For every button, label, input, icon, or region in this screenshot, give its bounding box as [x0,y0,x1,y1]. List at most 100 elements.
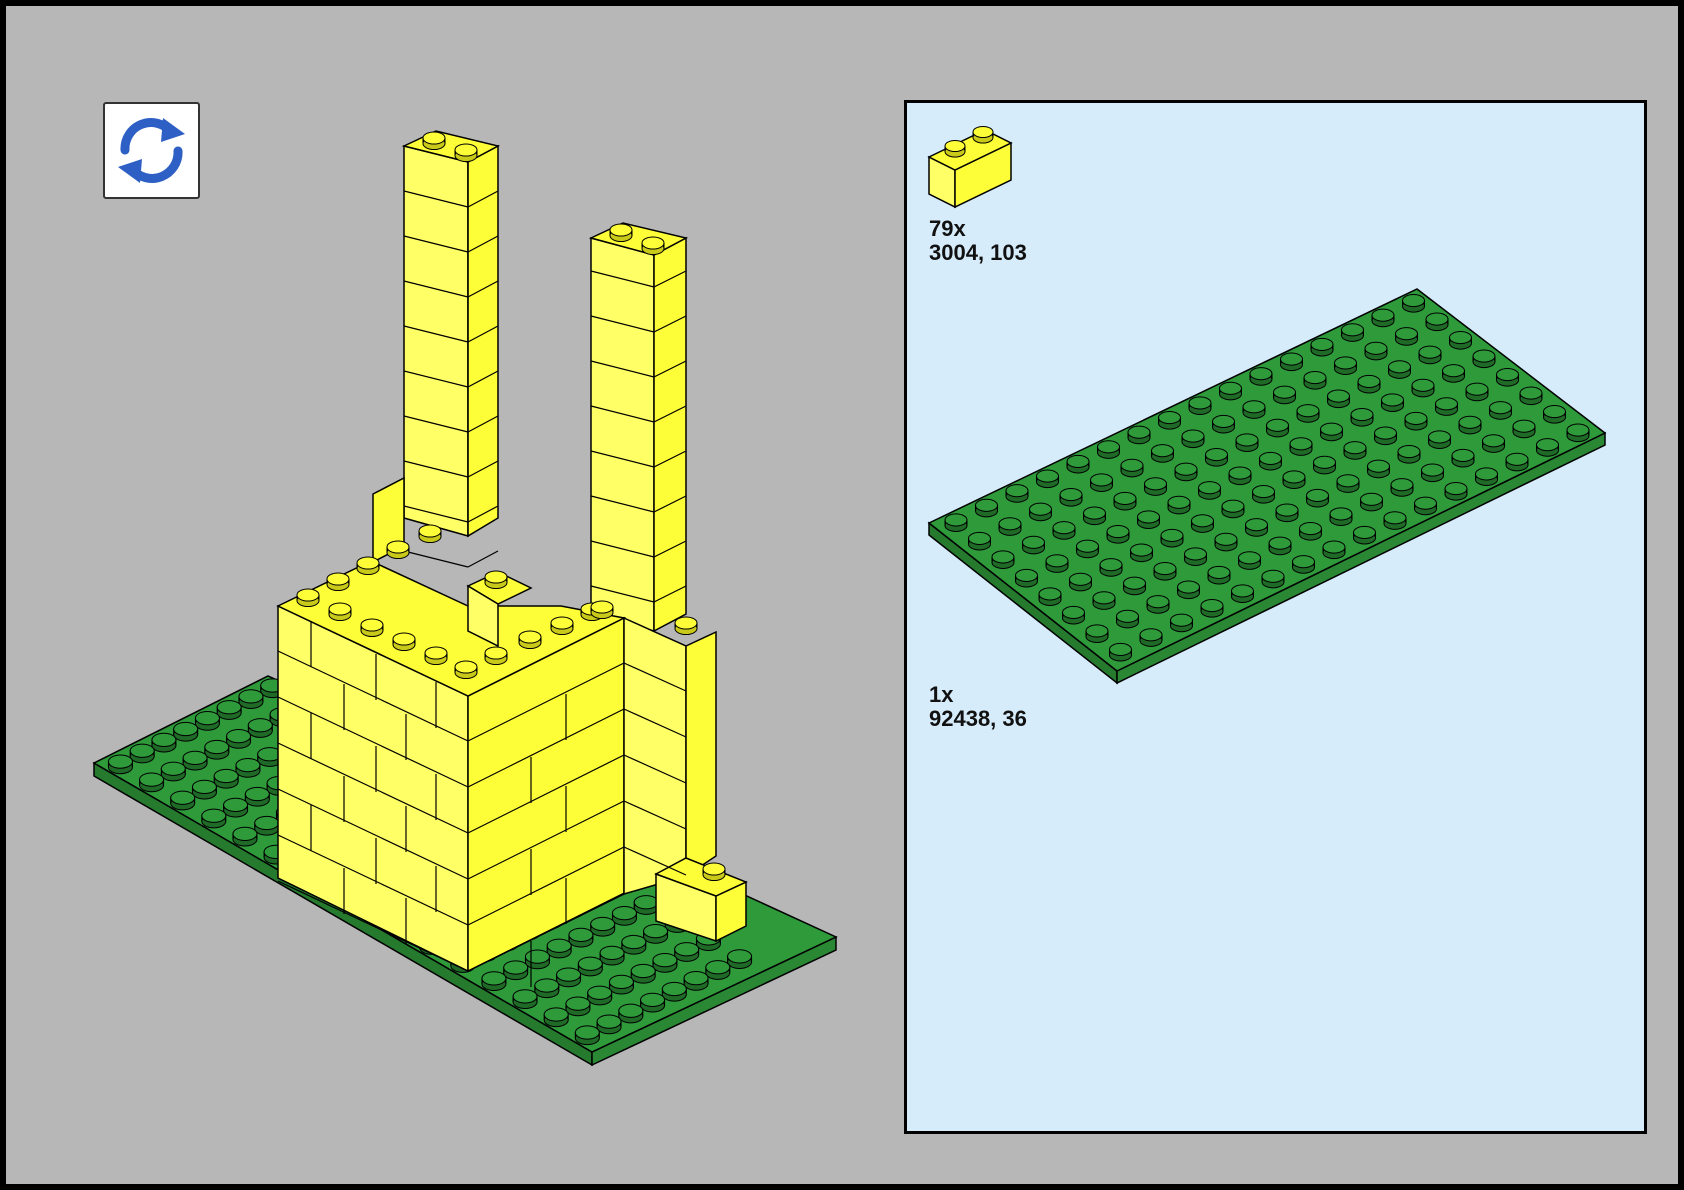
stud [226,729,252,744]
stud [160,761,186,776]
stud [683,971,709,986]
stud [1350,408,1374,422]
stud [661,981,687,997]
stud [1181,429,1205,443]
stud [238,689,264,704]
stud [1076,539,1099,553]
stud [1266,418,1289,432]
stud [1397,445,1421,459]
stud [392,632,416,646]
stud [674,616,698,630]
stud [360,618,384,632]
stud [1238,551,1261,565]
stud [590,916,616,932]
stud [577,956,603,971]
stud [1085,624,1109,638]
stud [1113,491,1137,505]
stud [1489,401,1512,415]
stud [702,862,726,876]
stud [944,513,968,527]
stud [705,960,731,975]
stud [641,236,665,250]
stud [1268,536,1292,550]
stud [1341,323,1364,337]
stud [975,498,998,512]
stud [1414,496,1437,510]
stud [235,757,261,773]
stud [1299,522,1322,536]
stud [1184,547,1207,561]
stud [1045,554,1069,568]
stud [991,550,1015,564]
stud [1329,507,1353,521]
stud [543,1007,569,1022]
stud [1029,502,1052,516]
stud [1174,462,1198,476]
stud [223,797,249,813]
stud [1320,422,1343,436]
stud [422,131,446,145]
stud [1066,454,1090,468]
stud [1303,371,1327,385]
stud [326,572,350,586]
part-item-brick: 79x 3004, 103 [929,217,1027,265]
stud [1418,345,1442,359]
stud [244,786,270,802]
stud [213,768,239,784]
stud [609,223,633,237]
stud [1139,628,1163,642]
instruction-page: 79x 3004, 103 1x 92438, 36 [0,0,1684,1190]
stud [574,1025,600,1040]
stud [727,949,753,964]
green-8x16-plate-icon [927,288,1607,685]
part-number: 3004, 103 [929,240,1027,265]
stud [191,779,217,794]
stud [1306,488,1329,502]
part-item-plate: 1x 92438, 36 [929,683,1027,731]
stud [674,942,700,957]
stud [454,660,478,674]
stud [1364,341,1388,355]
stud [1428,430,1451,444]
stud [204,739,230,755]
stud [1259,451,1282,465]
stud [296,588,320,602]
stud [1188,396,1212,410]
stud [328,602,352,616]
stud [611,905,637,921]
stud [418,524,442,538]
stud [1207,565,1231,579]
stud [1458,415,1482,429]
stud [618,1003,644,1018]
stud [1336,474,1360,488]
stud [1146,595,1170,609]
stud [139,772,165,787]
stud [1367,459,1390,473]
stud [1343,441,1367,455]
stud [1177,580,1200,594]
stud [1505,452,1529,466]
stud [1566,423,1590,437]
stud [1219,381,1242,395]
stud [633,895,659,910]
stud [1069,572,1092,586]
stud [1289,437,1313,451]
stud [1449,331,1472,345]
stud [201,808,227,823]
stud [1158,411,1181,425]
stud [481,971,507,986]
stud [1130,543,1153,557]
stud [232,826,258,841]
part-count: 79x [929,216,966,241]
stud [1404,411,1428,425]
stud [194,710,220,726]
stud [1083,506,1106,520]
stud [608,974,634,989]
stud [1005,484,1029,498]
stud [534,978,560,993]
stud [1388,360,1411,374]
part-count: 1x [929,682,954,707]
stud [1252,485,1275,499]
stud [1451,448,1475,462]
stud [216,700,242,715]
